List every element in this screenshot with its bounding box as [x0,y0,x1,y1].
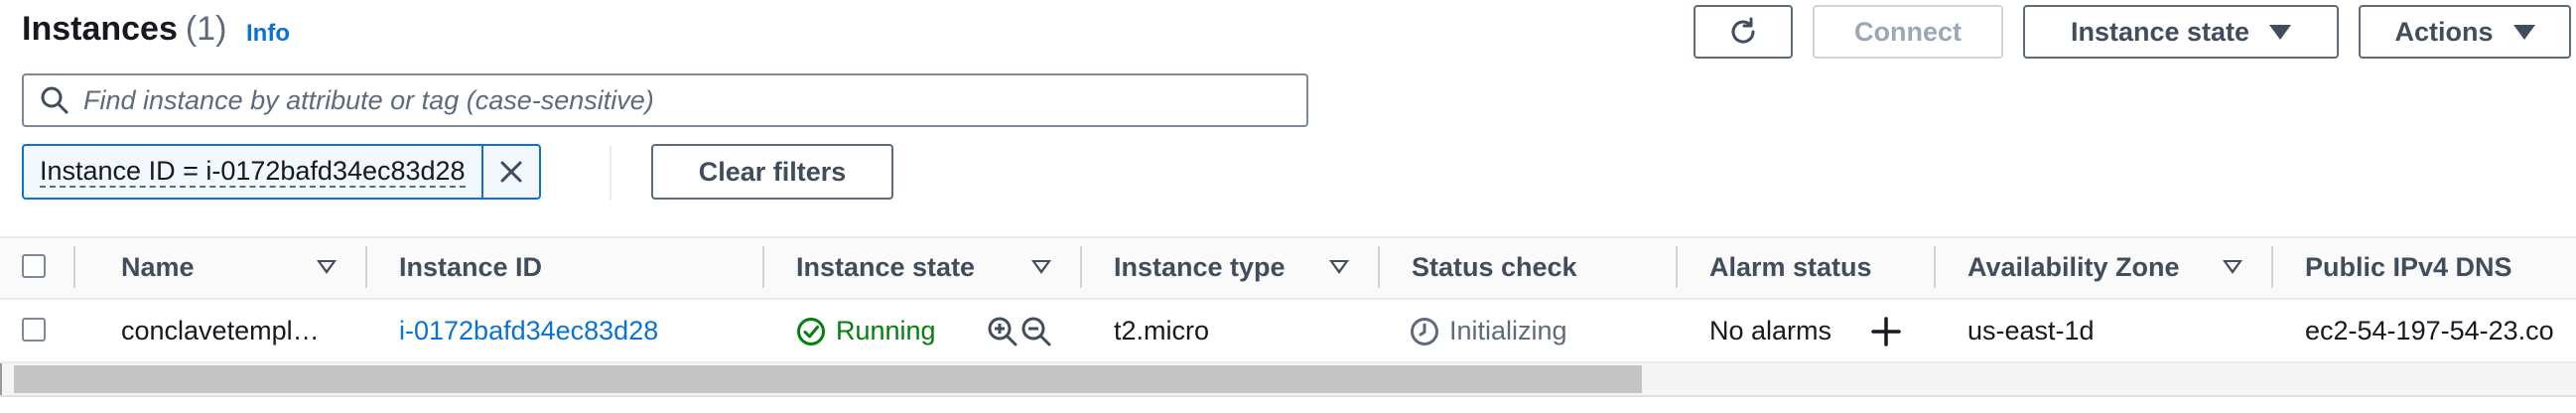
scrollbar-thumb[interactable] [14,365,1642,393]
status-check-value: Initializing [1449,316,1567,345]
connect-label: Connect [1854,16,1962,47]
caret-down-icon [2269,24,2292,40]
sort-icon[interactable] [317,260,337,274]
search-icon [41,86,68,114]
column-divider [2271,246,2273,288]
instance-state-value: Running [836,316,936,345]
select-all-checkbox[interactable] [22,254,46,278]
instance-state-cell: Running [796,316,936,346]
zoom-out-icon[interactable] [1020,316,1052,347]
remove-filter-button[interactable] [480,146,539,198]
scrollbar-edge [0,363,2,395]
instance-count: (1) [185,10,227,48]
filter-token-text: Instance ID = i-0172bafd34ec83d28 [40,156,466,188]
add-alarm-icon[interactable] [1870,316,1902,347]
instance-id-link[interactable]: i-0172bafd34ec83d28 [399,316,658,346]
instance-state-dropdown[interactable]: Instance state [2023,5,2339,59]
clock-icon [1411,317,1438,345]
column-header-alarm-status: Alarm status [1709,252,1872,282]
clear-filters-label: Clear filters [698,156,847,187]
caret-down-icon [2512,24,2535,40]
sort-icon[interactable] [1031,260,1051,274]
column-divider [365,246,367,288]
actions-label: Actions [2394,16,2494,47]
filter-divider [610,146,611,200]
column-header-name[interactable]: Name [121,252,195,283]
column-header-instance-type[interactable]: Instance type [1114,252,1286,283]
column-header-instance-state[interactable]: Instance state [796,252,975,283]
column-header-status-check: Status check [1412,252,1577,282]
column-divider [1676,246,1678,288]
public-dns-value: ec2-54-197-54-23.co [2305,316,2554,345]
column-divider [762,246,764,288]
row-checkbox[interactable] [22,318,46,342]
column-header-availability-zone[interactable]: Availability Zone [1967,252,2180,283]
refresh-icon [1731,17,1755,44]
column-header-instance-id: Instance ID [399,252,543,282]
close-icon [500,161,522,183]
bottom-border [0,395,2576,397]
page-title-text: Instances [22,10,178,48]
search-placeholder: Find instance by attribute or tag (case-… [83,84,654,115]
table-header-row [0,238,2576,300]
filter-token-label[interactable]: Instance ID = i-0172bafd34ec83d28 [24,146,481,198]
filter-token[interactable]: Instance ID = i-0172bafd34ec83d28 [22,144,541,200]
column-header-public-dns: Public IPv4 DNS [2305,252,2512,282]
search-input[interactable]: Find instance by attribute or tag (case-… [22,73,1308,127]
sort-icon[interactable] [2223,260,2242,274]
status-check-cell: Initializing [1410,316,1567,346]
status-success-icon [797,317,825,345]
alarm-status-value: No alarms [1709,316,1832,345]
refresh-button[interactable] [1694,5,1793,59]
actions-dropdown[interactable]: Actions [2359,5,2571,59]
zoom-in-icon[interactable] [987,316,1018,347]
connect-button[interactable]: Connect [1813,5,2003,59]
info-link[interactable]: Info [246,20,290,48]
clear-filters-button[interactable]: Clear filters [651,144,893,200]
instance-name: conclavetempl… [121,316,320,345]
column-divider [73,246,75,288]
page-title: Instances (1) [22,10,226,49]
sort-icon[interactable] [1329,260,1349,274]
instance-state-label: Instance state [2070,16,2250,47]
instance-type-value: t2.micro [1114,316,1210,345]
availability-zone-value: us-east-1d [1967,316,2095,345]
column-divider [1080,246,1082,288]
column-divider [1934,246,1936,288]
column-divider [1378,246,1380,288]
